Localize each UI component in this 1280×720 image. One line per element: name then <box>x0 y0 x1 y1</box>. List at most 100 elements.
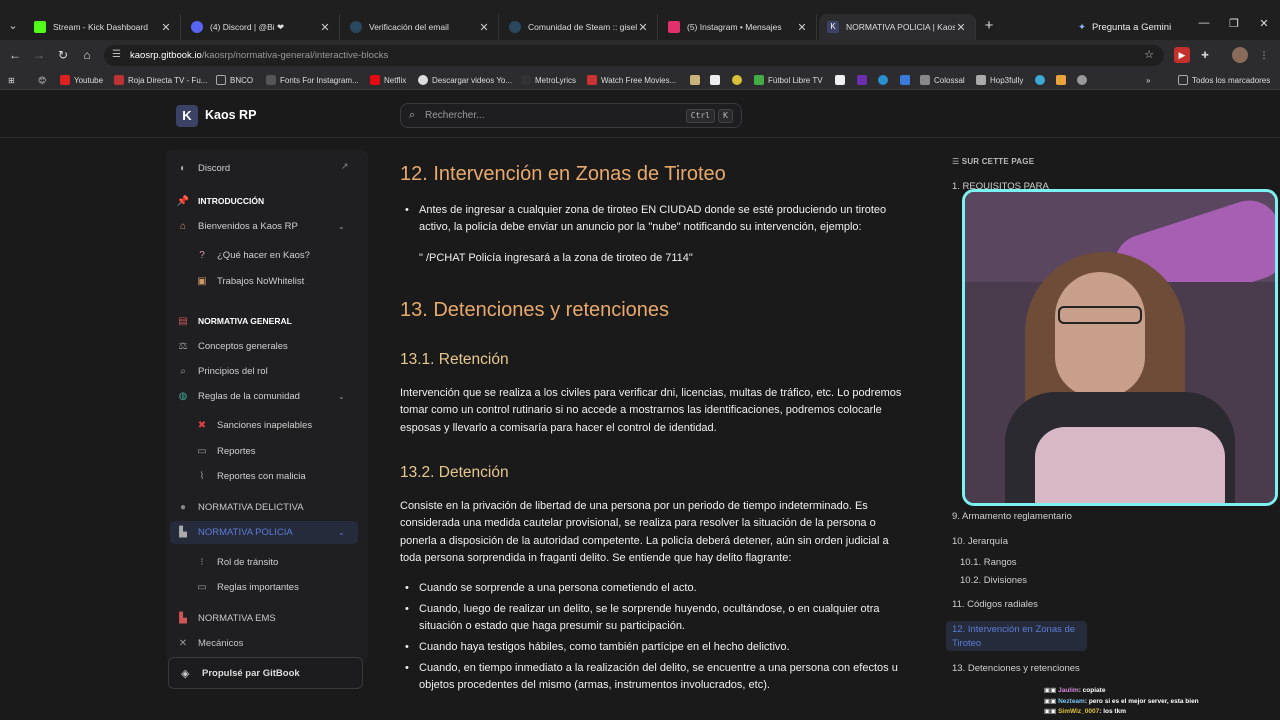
bookmark-favicon <box>1056 75 1066 85</box>
bookmark-roja-directa[interactable]: Roja Directa TV - Fu... <box>114 73 207 87</box>
new-tab-button[interactable]: + <box>980 17 998 35</box>
bookmark-icon-i[interactable] <box>1056 73 1070 87</box>
window-close-icon[interactable]: ✕ <box>1254 17 1274 30</box>
home-icon[interactable]: ⌂ <box>78 46 96 64</box>
tab-kick[interactable]: Stream - Kick Dashboard ✕ <box>26 14 181 40</box>
close-icon[interactable]: ✕ <box>955 21 967 34</box>
bookmark-icon-b[interactable] <box>710 73 724 87</box>
apps-icon[interactable]: ⊞ <box>8 73 15 87</box>
sidebar-section-normativa-general[interactable]: ▤ NORMATIVA GENERAL <box>176 312 292 330</box>
sidebar-item-reglas-importantes[interactable]: ▭ Reglas importantes <box>195 578 299 596</box>
bookmark-icon-c[interactable] <box>732 73 746 87</box>
tab-discord[interactable]: (4) Discord | @Bi ❤ ✕ <box>183 14 340 40</box>
close-icon[interactable]: ✕ <box>637 21 649 34</box>
bookmark-icon-g[interactable] <box>900 73 914 87</box>
toc-item-10-1[interactable]: 10.1. Rangos <box>960 556 1090 570</box>
bookmark-watch-movies[interactable]: Watch Free Movies... <box>587 73 676 87</box>
external-link-icon[interactable]: ↗ <box>341 161 349 172</box>
all-bookmarks[interactable]: Todos los marcadores <box>1178 73 1270 87</box>
gemini-label: Pregunta a Gemini <box>1091 21 1172 33</box>
gitbook-button[interactable]: ◈ Propulsé par GitBook <box>168 657 363 689</box>
gemini-button[interactable]: ✦ Pregunta a Gemini <box>1078 17 1171 37</box>
sidebar-section-normativa-delictiva[interactable]: ● NORMATIVA DELICTIVA <box>176 498 304 516</box>
extensions-puzzle-icon[interactable]: ✚ <box>1197 47 1213 63</box>
bookmark-icon-h[interactable] <box>1035 73 1049 87</box>
toc-item-12[interactable]: 12. Intervención en Zonas de Tiroteo <box>952 623 1082 650</box>
sidebar-section-normativa-ems[interactable]: ▙ NORMATIVA EMS <box>176 609 276 627</box>
bookmark-emoji-icon[interactable]: 😊 <box>38 73 46 87</box>
sidebar-item-reglas[interactable]: ◍ Reglas de la comunidad <box>176 387 300 405</box>
toc-title: ☰ SUR CETTE PAGE <box>952 157 1034 166</box>
sidebar-section-mecanicos[interactable]: ✕ Mecánicos <box>176 634 244 652</box>
tab-kaos-rp[interactable]: K NORMATIVA POLICIA | Kaos RP ✕ <box>819 14 976 40</box>
address-bar[interactable]: ☰ kaosrp.gitbook.io/kaosrp/normativa-gen… <box>104 45 1164 66</box>
minimize-icon[interactable]: — <box>1194 17 1214 29</box>
instagram-icon <box>668 21 680 33</box>
tab-search-icon[interactable]: ⌄ <box>4 17 22 35</box>
sidebar-item-principios[interactable]: ⌕ Principios del rol <box>176 362 268 380</box>
chevron-down-icon[interactable]: ⌄ <box>338 222 345 231</box>
bookmark-label: Fonts For Instagram... <box>280 75 359 85</box>
bookmark-icon-f[interactable] <box>878 73 892 87</box>
close-icon[interactable]: ✕ <box>478 21 490 34</box>
list-item: Cuando se sorprende a una persona cometi… <box>405 580 915 598</box>
sidebar-item-bienvenidos[interactable]: ⌂ Bienvenidos a Kaos RP <box>176 217 298 235</box>
bookmark-icon-d[interactable] <box>835 73 849 87</box>
bookmark-star-icon[interactable]: ☆ <box>1144 48 1154 61</box>
sidebar-item-reportes[interactable]: ▭ Reportes <box>195 442 255 460</box>
bookmark-icon-j[interactable] <box>1077 73 1091 87</box>
sidebar-item-label: NORMATIVA DELICTIVA <box>198 501 304 513</box>
bookmark-bnco[interactable]: BNCO <box>216 73 253 87</box>
bookmark-descargar[interactable]: Descargar videos Yo... <box>418 73 512 87</box>
tab-steam-community[interactable]: Comunidad de Steam :: giselma ✕ <box>501 14 658 40</box>
bookmark-futbol-libre[interactable]: Fútbol Libre TV <box>754 73 823 87</box>
sidebar-item-discord[interactable]: ◐ Discord <box>176 159 230 177</box>
tab-title: (4) Discord | @Bi ❤ <box>210 21 285 32</box>
bookmark-hop3fully[interactable]: Hop3fully <box>976 73 1023 87</box>
menu-icon[interactable]: ⋮ <box>1256 47 1272 63</box>
sidebar-item-sanciones[interactable]: ✖ Sanciones inapelables <box>195 416 312 434</box>
back-icon[interactable]: ← <box>6 46 24 64</box>
bookmark-icon-e[interactable] <box>857 73 871 87</box>
police-car-icon: ▙ <box>179 526 187 538</box>
sidebar-section-introduccion[interactable]: 📌 INTRODUCCIÓN <box>176 192 264 210</box>
bookmark-colossal[interactable]: Colossal <box>920 73 965 87</box>
reload-icon[interactable]: ↻ <box>54 46 72 64</box>
close-icon[interactable]: ✕ <box>796 21 808 34</box>
tab-title: (5) Instagram • Mensajes <box>687 22 782 32</box>
site-settings-icon[interactable]: ☰ <box>112 49 121 60</box>
site-logo[interactable]: K <box>176 105 198 127</box>
toc-item-13[interactable]: 13. Detenciones y retenciones <box>952 662 1082 676</box>
discord-icon <box>191 21 203 33</box>
chevron-down-icon[interactable]: ⌄ <box>338 392 345 401</box>
bookmark-icon-a[interactable] <box>690 73 704 87</box>
chevron-down-icon[interactable]: ⌄ <box>338 528 345 537</box>
toc-item-11[interactable]: 11. Códigos radiales <box>952 598 1082 612</box>
bookmark-youtube[interactable]: Youtube <box>60 73 103 87</box>
sidebar-item-rol-transito[interactable]: ⁝ Rol de tránsito <box>195 553 278 571</box>
heading-13-2: 13.2. Detención <box>400 464 509 481</box>
profile-avatar[interactable] <box>1232 47 1248 63</box>
tab-instagram[interactable]: (5) Instagram • Mensajes ✕ <box>660 14 817 40</box>
bookmark-label: Hop3fully <box>990 75 1024 85</box>
sidebar-item-conceptos[interactable]: ⚖ Conceptos generales <box>176 337 288 355</box>
tab-email-verification[interactable]: Verificación del email ✕ <box>342 14 499 40</box>
close-icon[interactable]: ✕ <box>319 21 331 34</box>
sidebar-item-que-hacer[interactable]: ? ¿Qué hacer en Kaos? <box>195 246 310 264</box>
restore-icon[interactable]: ❐ <box>1224 17 1244 30</box>
toc-item-10-2[interactable]: 10.2. Divisiones <box>960 574 1090 588</box>
toc-item-9[interactable]: 9. Armamento reglamentario <box>952 510 1082 524</box>
extension-icon[interactable]: ▶ <box>1174 47 1190 63</box>
toc-item-10[interactable]: 10. Jerarquía <box>952 535 1082 549</box>
search-input[interactable]: ⌕ Rechercher... Ctrl K <box>400 103 742 128</box>
bookmark-fonts[interactable]: Fonts For Instagram... <box>266 73 359 87</box>
sidebar-item-reportes-malicia[interactable]: ⌇ Reportes con malicia <box>195 467 306 485</box>
bookmark-netflix[interactable]: Netflix <box>370 73 406 87</box>
site-name[interactable]: Kaos RP <box>205 108 256 122</box>
sidebar-section-normativa-policia[interactable]: ▙ NORMATIVA POLICIA <box>176 523 293 541</box>
more-bookmarks-icon[interactable]: » <box>1146 73 1150 87</box>
bookmark-metrolyrics[interactable]: MetroLyrics <box>521 73 576 87</box>
forward-icon[interactable]: → <box>30 46 48 64</box>
sidebar-item-trabajos[interactable]: ▣ Trabajos NoWhitelist <box>195 272 304 290</box>
close-icon[interactable]: ✕ <box>160 21 172 34</box>
